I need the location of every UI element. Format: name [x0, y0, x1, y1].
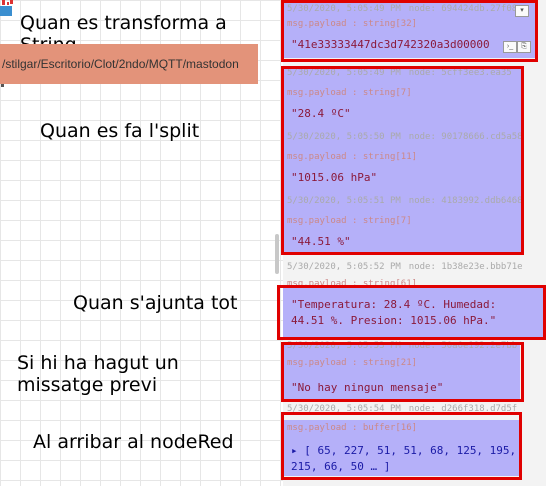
splitter-handle[interactable] [275, 234, 279, 274]
note-previ: Si hi ha hagut un missatge previ [17, 352, 179, 396]
message-time: 5/30/2020, 5:05:52 PM [287, 262, 401, 272]
path-dot [1, 84, 4, 87]
annotation-box-string [281, 0, 538, 62]
note-arribar: Al arribar al nodeRed [33, 431, 234, 453]
flow-canvas[interactable]: Quan es transforma a String /stilgar/Esc… [0, 0, 277, 486]
annotation-box-ajunta [277, 285, 546, 340]
message-node-id[interactable]: node: 1b38e23e.bbb71e [409, 262, 523, 272]
note-split: Quan es fa l'split [40, 120, 200, 142]
annotation-box-split [281, 66, 524, 255]
file-path-bar: /stilgar/Escritorio/Clot/2ndo/MQTT/masto… [0, 44, 258, 84]
node-icon [0, 0, 13, 16]
annotation-box-arribar [281, 412, 522, 480]
note-ajunta: Quan s'ajunta tot [73, 292, 238, 314]
annotation-box-previ [281, 342, 524, 402]
